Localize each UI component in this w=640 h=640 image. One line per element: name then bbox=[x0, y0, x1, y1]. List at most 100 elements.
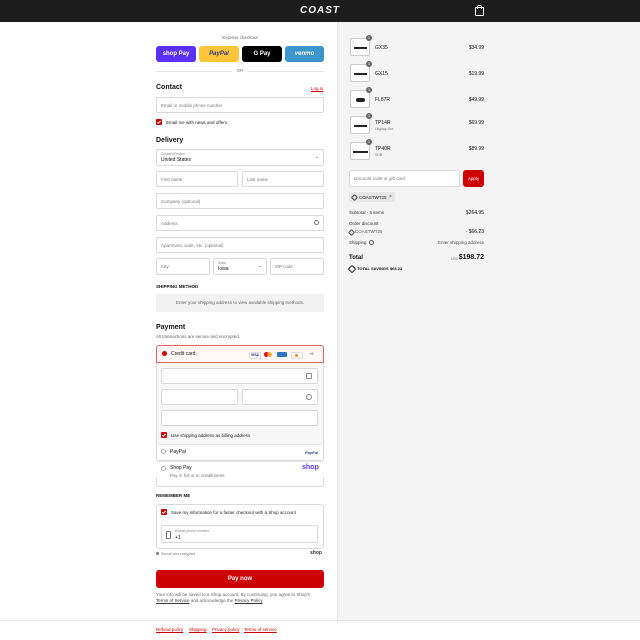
zip-field[interactable]: ZIP code bbox=[270, 258, 324, 275]
quantity-badge: 1 bbox=[366, 139, 372, 145]
privacy-link[interactable]: Privacy Policy bbox=[235, 598, 263, 603]
terms-link[interactable]: Terms of Service bbox=[156, 598, 190, 603]
save-info-checkbox[interactable] bbox=[161, 509, 167, 515]
express-checkout-label: Express checkout bbox=[222, 35, 258, 40]
shop-logo-small: shop bbox=[310, 550, 322, 556]
radio-selected[interactable] bbox=[162, 351, 167, 356]
help-icon[interactable] bbox=[369, 240, 374, 245]
total-savings-label: TOTAL SAVINGS bbox=[357, 266, 389, 271]
country-select[interactable]: Country/Region United States ⌄ bbox=[156, 149, 324, 166]
news-label: Email me with news and offers bbox=[166, 119, 227, 125]
terms-of-service-link[interactable]: Terms of service bbox=[244, 627, 277, 632]
mobile-phone-value: +1 bbox=[175, 535, 181, 541]
quantity-badge: 1 bbox=[366, 87, 372, 93]
shop-pay-option-label[interactable]: Shop Pay bbox=[170, 465, 192, 471]
payment-subtitle: All transactions are secure and encrypte… bbox=[156, 334, 241, 339]
subtotal-label: Subtotal · 5 items bbox=[349, 210, 385, 215]
discover-icon bbox=[291, 352, 303, 359]
city-placeholder: City bbox=[161, 264, 169, 269]
subtotal-value: $264.95 bbox=[465, 210, 484, 216]
quantity-badge: 1 bbox=[366, 35, 372, 41]
last-name-field[interactable]: Last name bbox=[242, 171, 324, 187]
chevron-down-icon: ⌄ bbox=[257, 263, 262, 269]
shipping-method-box: Enter your shipping address to view avai… bbox=[156, 294, 324, 312]
tag-icon bbox=[350, 193, 359, 201]
chevron-down-icon: ⌄ bbox=[314, 154, 319, 160]
shipping-method-heading: SHIPPING METHOD bbox=[156, 284, 199, 289]
card-number-field[interactable] bbox=[161, 368, 318, 384]
privacy-policy-link[interactable]: Privacy policy bbox=[212, 627, 240, 632]
search-icon bbox=[314, 220, 319, 225]
more-cards-count: +5 bbox=[309, 351, 314, 356]
credit-card-label: Credit card bbox=[171, 351, 196, 357]
order-summary-panel bbox=[337, 22, 640, 620]
product-name: GX15 bbox=[375, 71, 388, 77]
shop-pay-radio[interactable] bbox=[161, 466, 166, 471]
disclaimer-text: Your info will be saved to a Shop accoun… bbox=[156, 592, 311, 597]
shipping-link[interactable]: Shipping bbox=[189, 627, 207, 632]
amex-icon bbox=[277, 352, 287, 357]
email-phone-placeholder: Email or mobile phone number bbox=[161, 103, 223, 108]
paypal-radio[interactable] bbox=[161, 449, 166, 454]
secure-label: Secure and encrypted bbox=[161, 552, 196, 556]
product-price: $34.99 bbox=[468, 45, 484, 51]
refund-policy-link[interactable]: Refund policy bbox=[156, 627, 183, 632]
state-value: Iowa bbox=[218, 266, 229, 272]
expiration-field[interactable] bbox=[161, 389, 238, 405]
remove-discount-icon[interactable]: × bbox=[389, 194, 392, 200]
apply-button[interactable]: Apply bbox=[463, 170, 484, 187]
paypal-button[interactable]: PayPal bbox=[199, 46, 239, 62]
phone-icon bbox=[166, 531, 171, 539]
credit-card-option[interactable]: Credit card VISA +5 bbox=[156, 345, 324, 363]
company-placeholder: Company (optional) bbox=[161, 199, 201, 204]
shipping-label: Shipping bbox=[349, 240, 367, 245]
country-label: Country/Region bbox=[161, 152, 186, 156]
quantity-badge: 1 bbox=[366, 113, 372, 119]
city-field[interactable]: City bbox=[156, 258, 210, 275]
or-label: OR bbox=[232, 68, 248, 73]
email-phone-field[interactable]: Email or mobile phone number bbox=[156, 97, 324, 113]
zip-placeholder: ZIP code bbox=[275, 264, 293, 269]
venmo-button[interactable]: venmo bbox=[285, 46, 324, 62]
mobile-phone-field[interactable]: Mobile phone number +1 bbox=[161, 525, 318, 543]
pay-now-button[interactable]: Pay now bbox=[156, 570, 324, 588]
product-price: $49.99 bbox=[468, 97, 484, 103]
product-variant: SDB bbox=[375, 153, 383, 157]
google-pay-button[interactable]: G Pay bbox=[242, 46, 282, 62]
login-link[interactable]: Log in bbox=[311, 86, 323, 91]
shop-pay-button[interactable]: shop Pay bbox=[156, 46, 196, 62]
product-price: $89.99 bbox=[468, 146, 484, 152]
help-icon[interactable] bbox=[306, 394, 312, 400]
discount-code-label: COASTWT25 bbox=[355, 229, 383, 234]
news-checkbox[interactable] bbox=[156, 119, 162, 125]
company-field[interactable]: Company (optional) bbox=[156, 193, 324, 209]
security-code-field[interactable] bbox=[242, 389, 318, 405]
discount-code-field[interactable]: Discount code or gift card bbox=[349, 170, 460, 187]
apartment-field[interactable]: Apartment, suite, etc. (optional) bbox=[156, 237, 324, 253]
name-on-card-field[interactable] bbox=[161, 410, 318, 426]
disclaimer-mid: and acknowledge the bbox=[190, 598, 234, 603]
total-savings-value: $66.23 bbox=[390, 266, 403, 271]
payment-heading: Payment bbox=[156, 324, 186, 331]
remember-me-heading: REMEMBER ME bbox=[156, 493, 191, 498]
product-name: TP14R bbox=[375, 120, 391, 126]
mastercard-icon bbox=[263, 352, 273, 357]
lock-icon bbox=[306, 373, 312, 379]
lock-icon bbox=[156, 552, 159, 555]
divider bbox=[156, 461, 324, 462]
billing-address-checkbox[interactable] bbox=[161, 432, 167, 438]
coast-logo[interactable]: COAST bbox=[0, 5, 640, 16]
state-select[interactable]: State Iowa ⌄ bbox=[213, 258, 267, 275]
top-bar: COAST bbox=[0, 0, 640, 22]
divider bbox=[156, 444, 324, 445]
first-name-field[interactable]: First name bbox=[156, 171, 238, 187]
address-field[interactable]: Address bbox=[156, 215, 324, 231]
total-value: $198.72 bbox=[458, 254, 484, 261]
shipping-method-message: Enter your shipping address to view avai… bbox=[175, 300, 305, 305]
total-label: Total bbox=[349, 255, 363, 261]
footer-divider bbox=[0, 620, 640, 621]
discount-chip: COASTWT25 × bbox=[349, 192, 395, 202]
shopping-bag-icon[interactable] bbox=[475, 5, 484, 16]
paypal-option-label[interactable]: PayPal bbox=[170, 449, 186, 455]
address-placeholder: Address bbox=[161, 221, 178, 226]
